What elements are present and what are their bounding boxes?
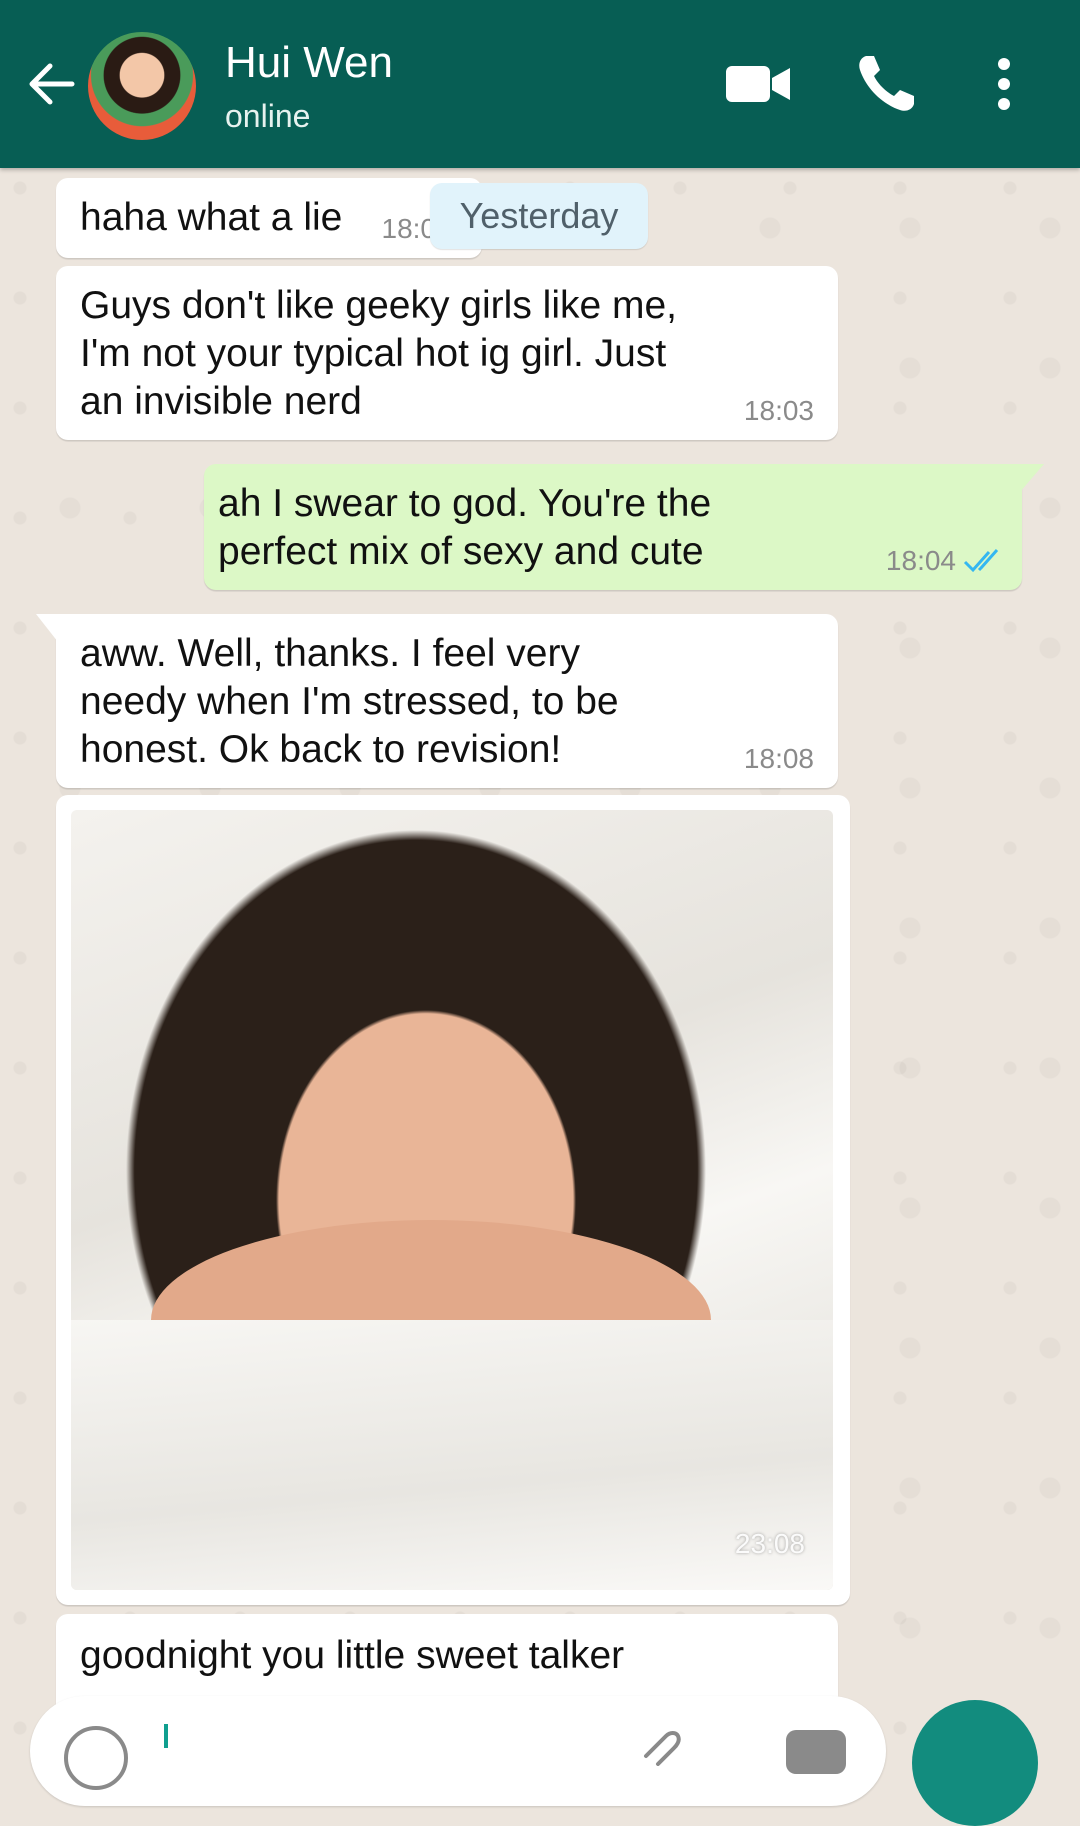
photo-detail bbox=[71, 1320, 833, 1590]
message-time: 18:08 bbox=[743, 743, 814, 774]
video-camera-icon bbox=[726, 66, 790, 102]
message-time: 18:0 bbox=[381, 213, 437, 244]
date-separator: Yesterday bbox=[430, 183, 648, 249]
contact-name[interactable]: Hui Wen bbox=[225, 38, 393, 88]
message-bubble-incoming[interactable]: Guys don't like geeky girls like me, I'm… bbox=[56, 266, 838, 440]
message-time: 18:03 bbox=[743, 395, 814, 426]
message-bubble-outgoing[interactable]: ah I swear to god. You're the perfect mi… bbox=[204, 464, 1044, 590]
message-text: goodnight you little sweet talker bbox=[80, 1634, 625, 1677]
message-text: Guys don't like geeky girls like me, I'm… bbox=[80, 284, 678, 423]
read-receipt-icon bbox=[963, 549, 999, 573]
avatar[interactable] bbox=[88, 32, 196, 140]
message-text: aww. Well, thanks. I feel very needy whe… bbox=[80, 632, 619, 771]
message-time: 23:08 bbox=[734, 1528, 805, 1559]
message-text: ah I swear to god. You're the perfect mi… bbox=[218, 482, 712, 573]
phone-icon bbox=[859, 56, 914, 111]
video-call-button[interactable] bbox=[722, 48, 794, 120]
photo-message[interactable]: 23:08 bbox=[56, 795, 850, 1605]
message-bubble-incoming[interactable]: haha what a lie 18:0 bbox=[56, 178, 482, 258]
paperclip-icon bbox=[644, 1731, 681, 1766]
voice-call-button[interactable] bbox=[850, 48, 922, 120]
message-input-bar[interactable] bbox=[30, 1696, 886, 1806]
more-options-button[interactable] bbox=[968, 48, 1040, 120]
chat-header: Hui Wen online bbox=[0, 0, 1080, 168]
attach-button[interactable] bbox=[640, 1726, 684, 1766]
text-cursor bbox=[164, 1724, 168, 1748]
message-text: haha what a lie bbox=[80, 196, 343, 239]
more-vertical-icon bbox=[998, 58, 1010, 110]
microphone-icon[interactable] bbox=[912, 1700, 1038, 1826]
message-bubble-incoming[interactable]: aww. Well, thanks. I feel very needy whe… bbox=[36, 614, 838, 788]
photo-image[interactable]: 23:08 bbox=[71, 810, 833, 1590]
contact-status: online bbox=[225, 98, 311, 134]
emoji-icon[interactable] bbox=[64, 1726, 128, 1790]
bubble-tail bbox=[1020, 464, 1044, 492]
bubble-tail bbox=[36, 614, 58, 642]
message-time: 18:04 bbox=[885, 545, 956, 576]
camera-icon[interactable] bbox=[786, 1730, 846, 1774]
arrow-left-icon bbox=[29, 63, 75, 105]
back-button[interactable] bbox=[24, 56, 80, 112]
